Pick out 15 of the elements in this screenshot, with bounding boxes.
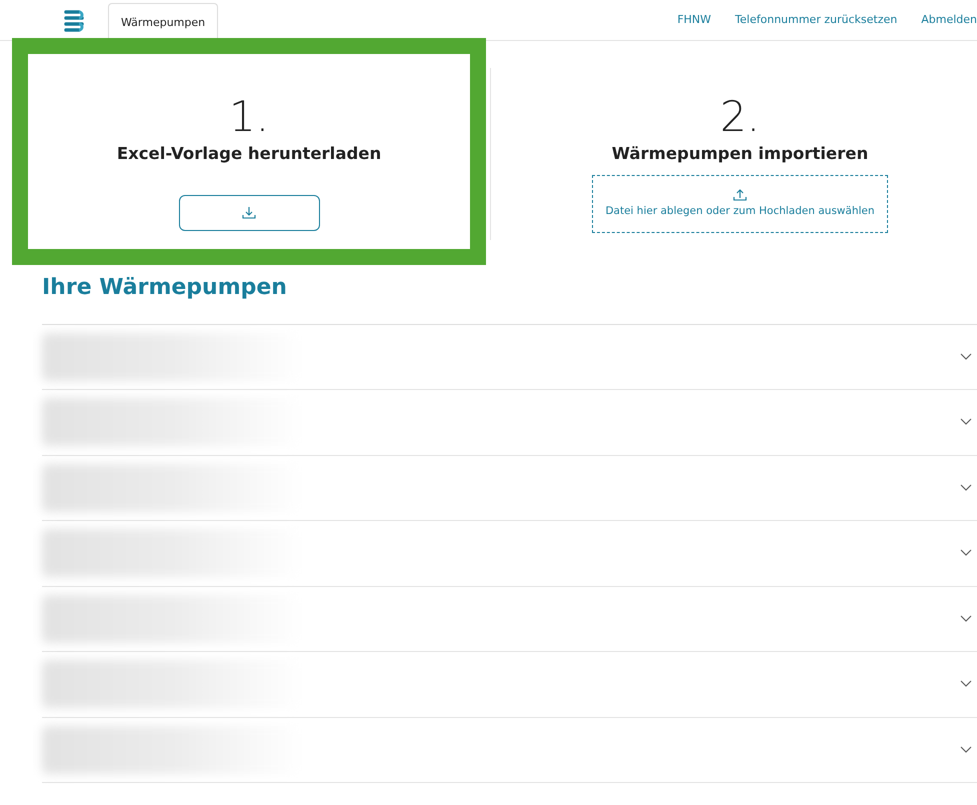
step-title: Excel-Vorlage herunterladen bbox=[116, 143, 382, 165]
upload-icon bbox=[732, 188, 747, 202]
download-icon bbox=[242, 206, 256, 220]
dropzone-text: Datei hier ablegen oder zum Hochladen auswählen bbox=[605, 204, 875, 219]
download-button[interactable] bbox=[178, 194, 320, 231]
step-title: Wärmepumpen importieren bbox=[612, 143, 868, 165]
nav-link[interactable]: FHNW bbox=[677, 12, 712, 28]
section-heading: Ihre Wärmepumpen bbox=[42, 274, 288, 302]
upload-dropzone[interactable]: Datei hier ablegen oder zum Hochladen auswählen bbox=[592, 174, 888, 232]
step-number: 2. bbox=[720, 96, 760, 138]
logo-icon bbox=[63, 9, 85, 33]
step-number: 1. bbox=[228, 96, 270, 138]
nav-link[interactable]: Telefonnummer zurücksetzen bbox=[735, 12, 898, 28]
nav-tab[interactable]: Wärmepumpen bbox=[108, 2, 218, 40]
nav-link[interactable]: Abmelden bbox=[921, 12, 977, 28]
